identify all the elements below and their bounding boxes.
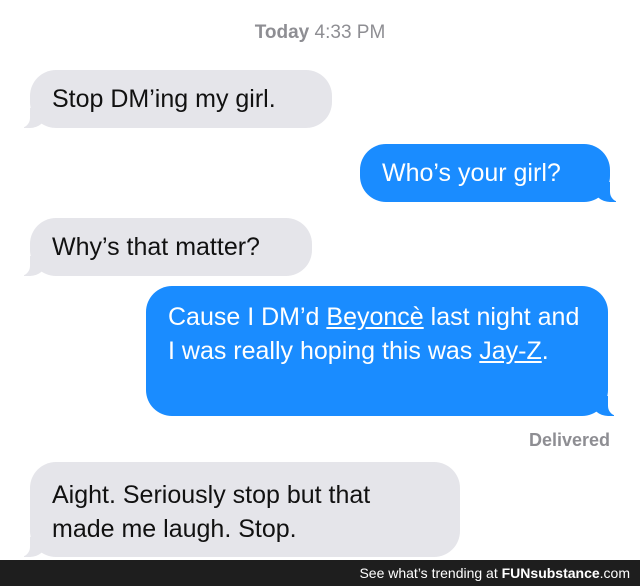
message-text: Why’s that matter? (52, 233, 260, 261)
incoming-message-bubble[interactable]: Stop DM’ing my girl. (14, 70, 332, 128)
footer-brand-domain: .com (599, 565, 630, 581)
message-text-part: Cause I DM’d (168, 303, 327, 331)
message-text: Aight. Seriously stop but that made me l… (52, 481, 371, 543)
timestamp-time: 4:33 PM (314, 22, 386, 43)
message-text: Cause I DM’d Beyoncè last night and I wa… (168, 303, 579, 365)
message-text: Stop DM’ing my girl. (52, 85, 276, 113)
incoming-message-bubble[interactable]: Why’s that matter? (14, 218, 312, 276)
beyonce-link[interactable]: Beyoncè (326, 303, 423, 331)
footer-text: See what’s trending at (359, 565, 498, 581)
delivered-status: Delivered (528, 430, 610, 450)
message-text-part: . (541, 337, 549, 365)
outgoing-message-bubble[interactable]: Cause I DM’d Beyoncè last night and I wa… (146, 286, 624, 416)
conversation-timestamp: Today 4:33 PM (0, 22, 640, 44)
incoming-message-bubble[interactable]: Aight. Seriously stop but that made me l… (14, 462, 460, 557)
footer-brand: FUN (501, 565, 531, 581)
outgoing-message-bubble[interactable]: Who’s your girl? (360, 144, 626, 202)
jay-z-link[interactable]: Jay-Z (479, 337, 542, 365)
footer-brand-substance: substance (530, 565, 600, 581)
message-text: Who’s your girl? (382, 159, 561, 187)
timestamp-day: Today (254, 22, 310, 43)
watermark-footer: See what’s trending at FUNsubstance.com (0, 560, 640, 586)
